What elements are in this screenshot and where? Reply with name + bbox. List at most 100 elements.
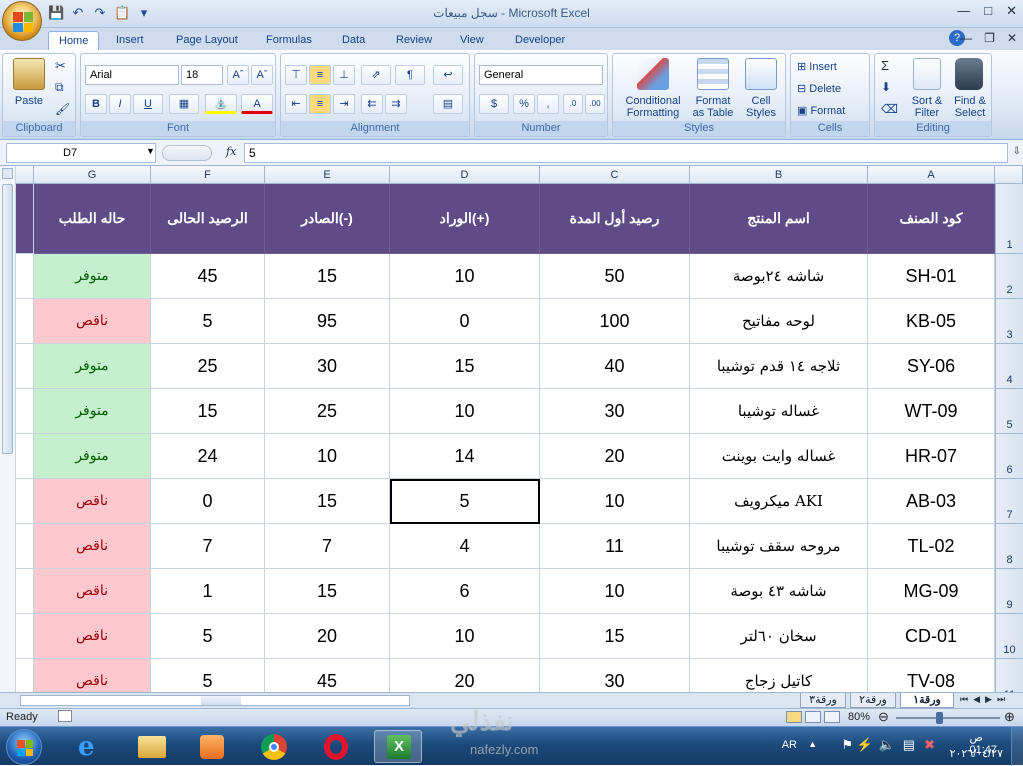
zoom-slider[interactable] [896, 717, 1000, 719]
table-cell[interactable]: 40 [540, 344, 690, 389]
column-header[interactable]: C [540, 166, 690, 184]
table-cell[interactable]: 5 [390, 479, 540, 524]
table-cell[interactable]: غساله وايت بوينت [690, 434, 868, 479]
align-left-icon[interactable]: ⇤ [285, 94, 307, 114]
column-header[interactable]: E [265, 166, 390, 184]
insert-cells-button[interactable]: ⊞ Insert [797, 60, 837, 73]
increase-indent-icon[interactable]: ⇉ [385, 94, 407, 114]
row-header[interactable]: 1 [995, 184, 1023, 254]
table-cell[interactable]: مروحه سقف توشيبا [690, 524, 868, 569]
taskbar-ie[interactable]: e [66, 730, 114, 763]
sort-filter-icon[interactable] [913, 58, 941, 90]
scroll-thumb[interactable] [2, 184, 13, 454]
select-all-corner[interactable] [16, 166, 34, 184]
clock-date[interactable]: ٢٠٢٦/٠٤/٢٧ [950, 747, 1003, 760]
network-icon[interactable]: ▤ [903, 737, 915, 753]
sheet-tab-3[interactable]: ورقة٣ [800, 693, 846, 708]
rtl-icon[interactable]: ¶ [395, 65, 425, 85]
shrink-font-icon[interactable]: Aˇ [251, 65, 273, 85]
table-cell[interactable]: 6 [390, 569, 540, 614]
tab-page-layout[interactable]: Page Layout [176, 31, 238, 50]
select-all-corner[interactable] [995, 166, 1023, 184]
font-color-icon[interactable]: A [241, 94, 273, 114]
grow-font-icon[interactable]: Aˆ [227, 65, 249, 85]
empty-cell[interactable] [16, 614, 34, 659]
expand-formula-icon[interactable]: ⇩ [1013, 146, 1021, 157]
table-cell[interactable]: 10 [390, 389, 540, 434]
column-header[interactable]: B [690, 166, 868, 184]
table-cell[interactable]: لوحه مفاتيح [690, 299, 868, 344]
zoom-level[interactable]: 80% [848, 711, 870, 723]
align-bottom-icon[interactable]: ⊥ [333, 65, 355, 85]
conditional-formatting-icon[interactable] [637, 58, 669, 90]
decrease-decimal-icon[interactable]: .00 [585, 94, 605, 114]
table-cell[interactable]: 30 [265, 344, 390, 389]
table-cell[interactable]: SH-01 [868, 254, 995, 299]
table-cell[interactable]: 20 [265, 614, 390, 659]
table-cell[interactable]: ثلاجه ١٤ قدم توشيبا [690, 344, 868, 389]
table-cell[interactable]: متوفر [34, 389, 151, 434]
cell-styles-icon[interactable] [745, 58, 777, 90]
table-cell[interactable]: ميكرويف AKI [690, 479, 868, 524]
table-cell[interactable]: غساله توشيبا [690, 389, 868, 434]
first-sheet-icon[interactable]: ⏮ [960, 694, 968, 705]
table-cell[interactable]: 4 [390, 524, 540, 569]
table-cell[interactable]: ناقص [34, 524, 151, 569]
table-cell[interactable]: 15 [390, 344, 540, 389]
find-select-icon[interactable] [955, 58, 983, 90]
underline-icon[interactable]: U [133, 94, 163, 114]
table-cell[interactable]: 95 [265, 299, 390, 344]
header-cell[interactable]: حاله الطلب [34, 184, 151, 254]
start-button[interactable] [6, 729, 42, 765]
power-icon[interactable]: ⚡ [857, 737, 873, 753]
table-cell[interactable]: ناقص [34, 299, 151, 344]
taskbar-opera[interactable] [312, 730, 360, 763]
table-cell[interactable]: 20 [540, 434, 690, 479]
chevron-down-icon[interactable]: ▼ [146, 146, 155, 156]
table-cell[interactable]: KB-05 [868, 299, 995, 344]
table-cell[interactable]: 10 [390, 254, 540, 299]
borders-icon[interactable]: ▦ [169, 94, 199, 114]
table-cell[interactable]: 15 [265, 254, 390, 299]
format-as-table-button[interactable]: Format as Table [687, 95, 739, 119]
zoom-out-icon[interactable]: ⊖ [878, 709, 889, 725]
network-error-icon[interactable]: ✖ [924, 737, 935, 753]
table-cell[interactable]: 7 [151, 524, 265, 569]
table-cell[interactable]: 10 [265, 434, 390, 479]
format-as-table-icon[interactable] [697, 58, 729, 90]
table-cell[interactable]: 5 [151, 299, 265, 344]
table-cell[interactable]: TL-02 [868, 524, 995, 569]
sort-filter-button[interactable]: Sort & Filter [905, 95, 949, 119]
table-cell[interactable]: 0 [390, 299, 540, 344]
zoom-slider-handle[interactable] [936, 712, 943, 724]
table-cell[interactable]: SY-06 [868, 344, 995, 389]
tab-view[interactable]: View [460, 31, 484, 50]
format-painter-icon[interactable]: 🖌 [55, 102, 70, 116]
table-cell[interactable]: ناقص [34, 479, 151, 524]
font-size-select[interactable]: 18 [181, 65, 223, 85]
table-cell[interactable]: 7 [265, 524, 390, 569]
taskbar-chrome[interactable] [250, 730, 298, 763]
tab-review[interactable]: Review [396, 31, 432, 50]
taskbar-explorer[interactable] [128, 730, 176, 763]
row-header[interactable]: 9 [995, 569, 1023, 614]
taskbar-media[interactable] [188, 730, 236, 763]
row-header[interactable]: 4 [995, 344, 1023, 389]
empty-cell[interactable] [16, 434, 34, 479]
italic-icon[interactable]: I [109, 94, 131, 114]
tab-insert[interactable]: Insert [116, 31, 144, 50]
table-cell[interactable]: 50 [540, 254, 690, 299]
formula-input[interactable]: 5 [244, 143, 1008, 163]
sheet-tab-2[interactable]: ورقة٢ [850, 693, 896, 708]
empty-cell[interactable] [16, 254, 34, 299]
close-icon[interactable]: ✕ [1006, 3, 1017, 19]
percent-icon[interactable]: % [513, 94, 535, 114]
restore-icon[interactable]: ❐ [984, 31, 995, 45]
table-cell[interactable]: 15 [151, 389, 265, 434]
table-cell[interactable]: 24 [151, 434, 265, 479]
security-icon[interactable]: ⚑ [841, 737, 853, 753]
copy-icon[interactable]: ⧉ [55, 80, 64, 95]
table-cell[interactable]: 0 [151, 479, 265, 524]
table-cell[interactable]: شاشه ٤٣ بوصة [690, 569, 868, 614]
table-cell[interactable]: شاشه ٢٤بوصة [690, 254, 868, 299]
